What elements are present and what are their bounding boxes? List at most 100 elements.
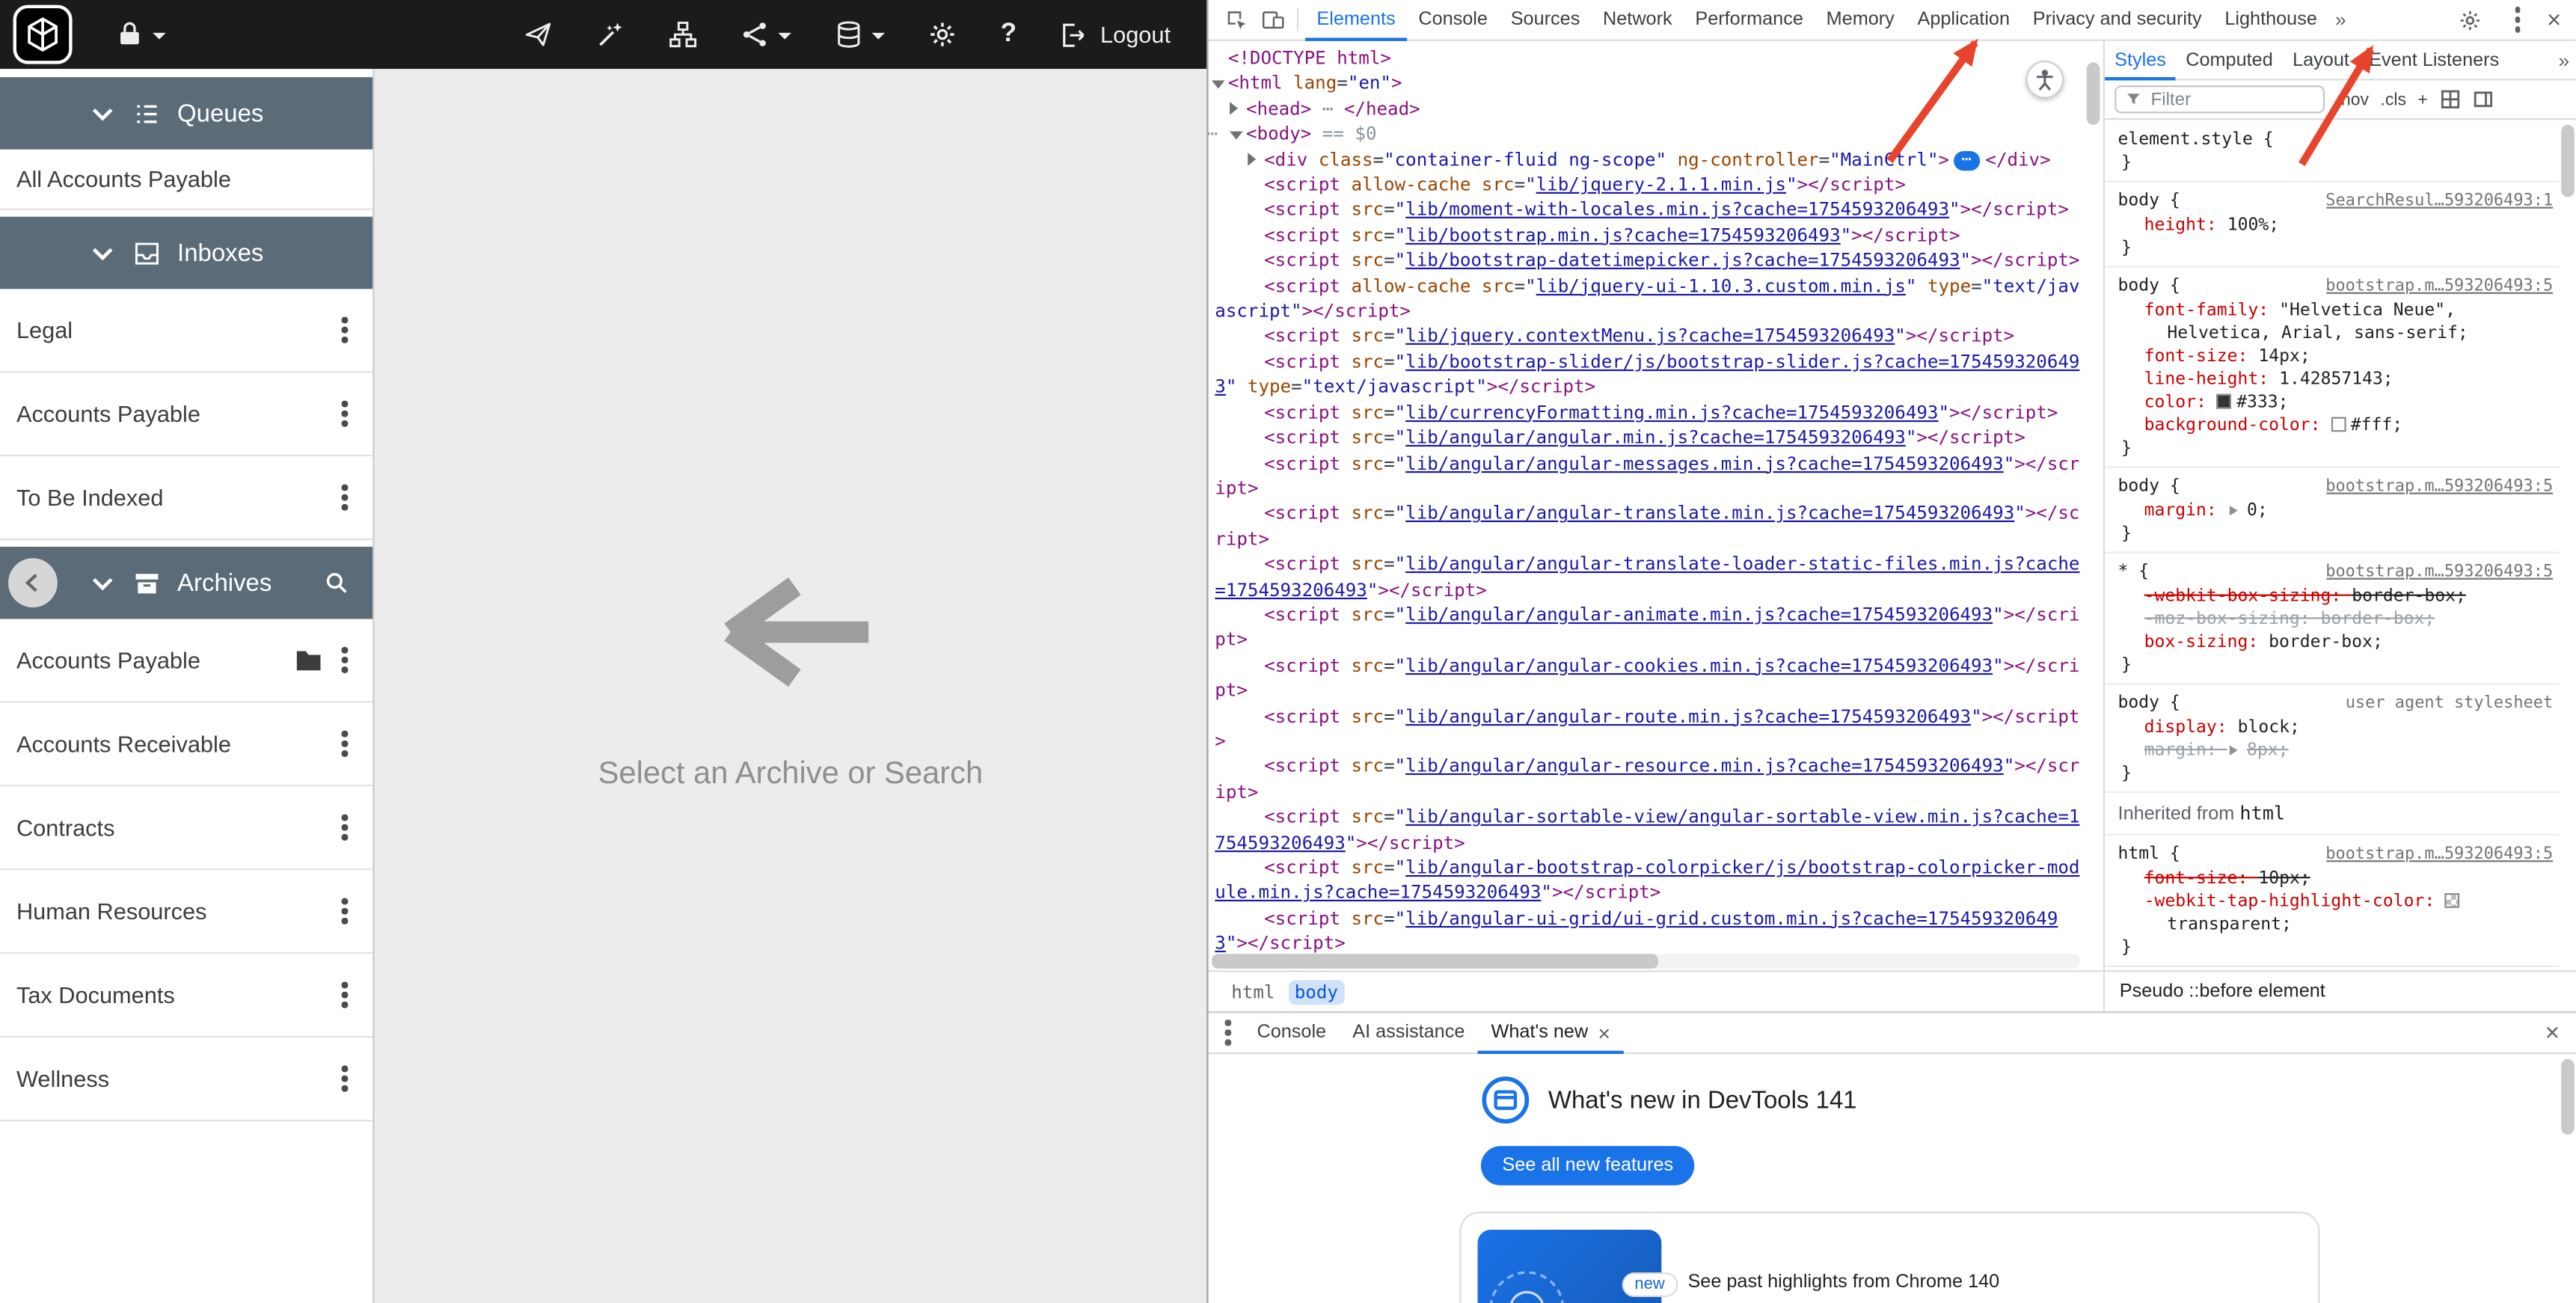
resource-link[interactable]: lib/angular/angular-animate.min.js?cache…	[1405, 604, 1993, 626]
resource-link[interactable]: lib/angular/angular-resource.min.js?cach…	[1405, 756, 2004, 778]
inspect-accessibility-icon[interactable]	[2026, 61, 2064, 98]
dom-tree-line[interactable]: <script src="lib/angular/angular-transla…	[1209, 501, 2084, 552]
styles-tab-styles[interactable]: Styles	[2105, 40, 2176, 80]
see-all-features-button[interactable]: See all new features	[1481, 1146, 1695, 1186]
css-selector[interactable]: body {	[2118, 691, 2180, 714]
css-property[interactable]: margin: 8px;	[2118, 739, 2554, 762]
elements-horizontal-scrollbar[interactable]	[1212, 954, 2080, 969]
inspect-icon[interactable]	[1218, 7, 1254, 32]
css-property[interactable]: -webkit-box-sizing: border-box;	[2118, 584, 2554, 607]
devtools-tab-elements[interactable]: Elements	[1305, 0, 1407, 40]
color-swatch[interactable]	[2331, 417, 2346, 432]
sidebar-item-wellness[interactable]: Wellness	[0, 1037, 372, 1121]
close-tab-icon[interactable]: ×	[1598, 1012, 1610, 1053]
resource-link[interactable]: lib/angular/angular-cookies.min.js?cache…	[1405, 654, 1993, 676]
expander-closed-icon[interactable]	[1230, 96, 1246, 122]
pseudo-before-section[interactable]: Pseudo ::before element	[2105, 970, 2576, 1011]
resource-link[interactable]: lib/angular/angular-translate.min.js?cac…	[1405, 503, 2014, 524]
more-tabs-icon[interactable]: »	[2328, 8, 2352, 31]
kebab-menu-icon[interactable]	[339, 643, 352, 676]
devtools-tab-privacy-and-security[interactable]: Privacy and security	[2021, 0, 2213, 40]
back-button[interactable]	[8, 558, 58, 607]
css-selector[interactable]: body {	[2118, 275, 2180, 298]
resource-link[interactable]: lib/jquery-ui-1.10.3.custom.min.js	[1536, 275, 1906, 297]
breadcrumb-item-body[interactable]: body	[1288, 979, 1345, 1004]
styles-tab-computed[interactable]: Computed	[2176, 40, 2283, 80]
dom-tree-line[interactable]: <script src="lib/angular/angular-route.m…	[1209, 704, 2084, 755]
sidebar-item-contracts[interactable]: Contracts	[0, 786, 372, 870]
dom-tree-line[interactable]: <!DOCTYPE html>	[1209, 46, 2084, 71]
css-property[interactable]: -moz-box-sizing: border-box;	[2118, 607, 2554, 631]
drawer-menu-icon[interactable]	[1221, 1017, 1234, 1049]
resource-link[interactable]: lib/angular/angular.min.js?cache=1754593…	[1405, 427, 1906, 449]
resource-link[interactable]: lib/jquery.contextMenu.js?cache=17545932…	[1405, 326, 1895, 348]
dom-tree-line[interactable]: <script src="lib/angular/angular.min.js?…	[1209, 426, 2084, 451]
stylesheet-link[interactable]: bootstrap.m…593206493:5	[2325, 562, 2553, 585]
css-property[interactable]: height: 100%;	[2118, 213, 2554, 236]
magic-wand-icon[interactable]	[597, 19, 627, 49]
css-property[interactable]: color: #333;	[2118, 390, 2554, 414]
highlights-card[interactable]: new See past highlights from Chrome 140	[1459, 1212, 2319, 1303]
dom-tree-line[interactable]: <script src="lib/bootstrap-datetimepicke…	[1209, 248, 2084, 274]
dom-tree-line[interactable]: <script src="lib/angular-ui-grid/ui-grid…	[1209, 906, 2084, 954]
drawer-close-icon[interactable]: ×	[2545, 1019, 2563, 1046]
dom-tree-line[interactable]: <script src="lib/bootstrap.min.js?cache=…	[1209, 223, 2084, 248]
device-toolbar-icon[interactable]	[1254, 7, 1290, 32]
toggle-element-state-button[interactable]: :hov	[2336, 90, 2369, 109]
kebab-menu-icon[interactable]	[339, 727, 352, 760]
resource-link[interactable]: lib/currencyFormatting.min.js?cache=1754…	[1405, 402, 1938, 423]
app-logo-icon[interactable]	[13, 5, 73, 64]
kebab-menu-icon[interactable]	[339, 978, 352, 1011]
stylesheet-link[interactable]: bootstrap.m…593206493:5	[2325, 844, 2553, 867]
sidebar-item-accounts-receivable[interactable]: Accounts Receivable	[0, 702, 372, 786]
more-adorner[interactable]: ⋯	[1209, 122, 1230, 147]
expander-closed-icon[interactable]	[1248, 147, 1264, 173]
color-swatch[interactable]	[2445, 893, 2460, 908]
sidebar-section-queues[interactable]: Queues	[0, 77, 372, 150]
stylesheet-link[interactable]: bootstrap.m…593206493:5	[2325, 276, 2553, 299]
dom-tree-line[interactable]: <script src="lib/angular-sortable-view/a…	[1209, 805, 2084, 856]
breadcrumb-item-html[interactable]: html	[1224, 979, 1281, 1004]
color-swatch[interactable]	[2217, 394, 2232, 409]
sidebar-item-tax-documents[interactable]: Tax Documents	[0, 954, 372, 1037]
settings-gear-icon[interactable]	[928, 19, 958, 49]
sidebar-item-legal[interactable]: Legal	[0, 289, 372, 372]
new-style-rule-button[interactable]: +	[2417, 90, 2427, 109]
connections-icon[interactable]	[741, 19, 792, 49]
dom-tree-line[interactable]: ⋯<body> == $0	[1209, 122, 2084, 147]
css-selector[interactable]: html {	[2118, 842, 2180, 865]
dom-tree-line[interactable]: <script src="lib/angular-bootstrap-color…	[1209, 856, 2084, 907]
chevron-down-icon[interactable]	[89, 99, 117, 127]
css-property[interactable]: margin: 0;	[2118, 499, 2554, 522]
devtools-menu-icon[interactable]	[2512, 3, 2524, 36]
css-property[interactable]: font-size: 14px;	[2118, 345, 2554, 368]
dom-tree-line[interactable]: <script allow-cache src="lib/jquery-ui-1…	[1209, 274, 2084, 325]
devtools-settings-icon[interactable]	[2453, 7, 2488, 32]
dom-tree-line[interactable]: <script allow-cache src="lib/jquery-2.1.…	[1209, 173, 2084, 198]
drawer-tab-what-s-new[interactable]: What's new×	[1478, 1012, 1624, 1053]
css-property[interactable]: font-family: "Helvetica Neue", Helvetica…	[2118, 298, 2554, 344]
search-icon[interactable]	[323, 570, 349, 596]
kebab-menu-icon[interactable]	[339, 397, 352, 430]
styles-tab-event-listeners[interactable]: Event Listeners	[2359, 40, 2509, 80]
drawer-scrollbar[interactable]	[2561, 1059, 2575, 1135]
sidebar-section-archives[interactable]: Archives	[0, 547, 372, 619]
kebab-menu-icon[interactable]	[339, 1062, 352, 1095]
folder-icon[interactable]	[295, 646, 325, 675]
workflow-icon[interactable]	[669, 19, 699, 49]
dom-tree-line[interactable]: <head> ⋯ </head>	[1209, 96, 2084, 122]
resource-link[interactable]: lib/angular/angular-messages.min.js?cach…	[1405, 453, 2004, 474]
elements-vertical-scrollbar[interactable]	[2087, 62, 2100, 124]
sidebar-item-accounts-payable[interactable]: Accounts Payable	[0, 372, 372, 456]
css-property[interactable]: line-height: 1.42857143;	[2118, 368, 2554, 391]
devtools-tab-memory[interactable]: Memory	[1815, 0, 1906, 40]
logout-button[interactable]: Logout	[1059, 20, 1171, 48]
dom-tree-line[interactable]: <div class="container-fluid ng-scope" ng…	[1209, 147, 2084, 173]
dom-tree-line[interactable]: <script src="lib/moment-with-locales.min…	[1209, 197, 2084, 223]
resource-link[interactable]: lib/moment-with-locales.min.js?cache=175…	[1405, 200, 1949, 221]
dom-tree-line[interactable]: <script src="lib/currencyFormatting.min.…	[1209, 400, 2084, 426]
devtools-tab-network[interactable]: Network	[1592, 0, 1684, 40]
chevron-down-icon[interactable]	[89, 239, 117, 266]
css-property[interactable]: -webkit-tap-highlight-color: transparent…	[2118, 890, 2554, 936]
styles-tab-layout[interactable]: Layout	[2283, 40, 2359, 80]
